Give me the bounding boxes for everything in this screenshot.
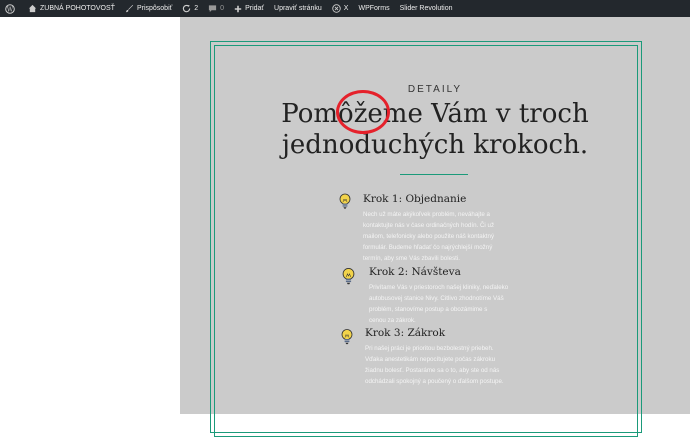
slider-label: Slider Revolution xyxy=(399,5,453,12)
wpforms-label: WPForms xyxy=(358,5,390,12)
wordpress-menu[interactable]: W xyxy=(0,0,23,17)
step-title: Krok 1: Objednanie xyxy=(363,193,467,205)
customize-label: Prispôsobiť xyxy=(136,5,173,12)
step-3: Krok 3: Zákrok Pri našej práci je priori… xyxy=(365,327,504,387)
close-icon xyxy=(332,4,341,13)
brush-icon xyxy=(125,4,134,13)
step-description: Nech už máte akýkoľvek problém, neváhajt… xyxy=(363,211,495,262)
slider-revolution-link[interactable]: Slider Revolution xyxy=(395,0,458,17)
lightbulb-icon xyxy=(342,267,355,285)
lightbulb-icon xyxy=(339,193,351,209)
site-name-link[interactable]: ZUBNÁ POHOTOVOSŤ xyxy=(23,0,120,17)
step-description: Privítame Vás v priestoroch našej klinik… xyxy=(369,284,509,324)
wordpress-icon: W xyxy=(5,3,15,14)
site-name: ZUBNÁ POHOTOVOSŤ xyxy=(40,5,115,12)
home-icon xyxy=(28,4,37,13)
edit-page-label: Upraviť stránku xyxy=(274,5,322,12)
comments-link[interactable]: 0 xyxy=(203,0,229,17)
updates-icon xyxy=(183,4,191,13)
comments-count: 0 xyxy=(220,5,225,12)
comment-icon xyxy=(209,5,217,13)
edit-page-link[interactable]: Upraviť stránku xyxy=(269,0,327,17)
svg-text:W: W xyxy=(7,6,14,13)
admin-bar: W ZUBNÁ POHOTOVOSŤ Prispôsobiť 2 0 Prida… xyxy=(0,0,690,17)
plus-icon xyxy=(234,5,242,12)
annotation-circle xyxy=(336,90,390,134)
step-1: Krok 1: Objednanie Nech už máte akýkoľve… xyxy=(363,193,494,264)
section-eyebrow: DETAILY xyxy=(407,84,463,95)
heading-line-1: Pomôžeme Vám v troch xyxy=(281,99,589,129)
step-2: Krok 2: Návšteva Privítame Vás v priesto… xyxy=(369,266,508,326)
step-title: Krok 2: Návšteva xyxy=(369,266,461,278)
wpforms-link[interactable]: WPForms xyxy=(353,0,394,17)
section-heading: Pomôžeme Vám v troch jednoduchých krokoc… xyxy=(180,99,690,161)
lightbulb-icon xyxy=(341,329,353,345)
updates-link[interactable]: 2 xyxy=(177,0,203,17)
updates-count: 2 xyxy=(194,5,199,12)
x-label: X xyxy=(343,5,349,12)
add-new-link[interactable]: Pridať xyxy=(229,0,269,17)
step-description: Pri našej práci je prioritou bezbolestný… xyxy=(365,345,504,385)
customize-link[interactable]: Prispôsobiť xyxy=(120,0,177,17)
x-menu[interactable]: X xyxy=(327,0,354,17)
step-title: Krok 3: Zákrok xyxy=(365,327,446,339)
heading-divider xyxy=(400,174,468,175)
heading-line-2: jednoduchých krokoch. xyxy=(281,130,589,160)
add-new-label: Pridať xyxy=(245,5,265,12)
